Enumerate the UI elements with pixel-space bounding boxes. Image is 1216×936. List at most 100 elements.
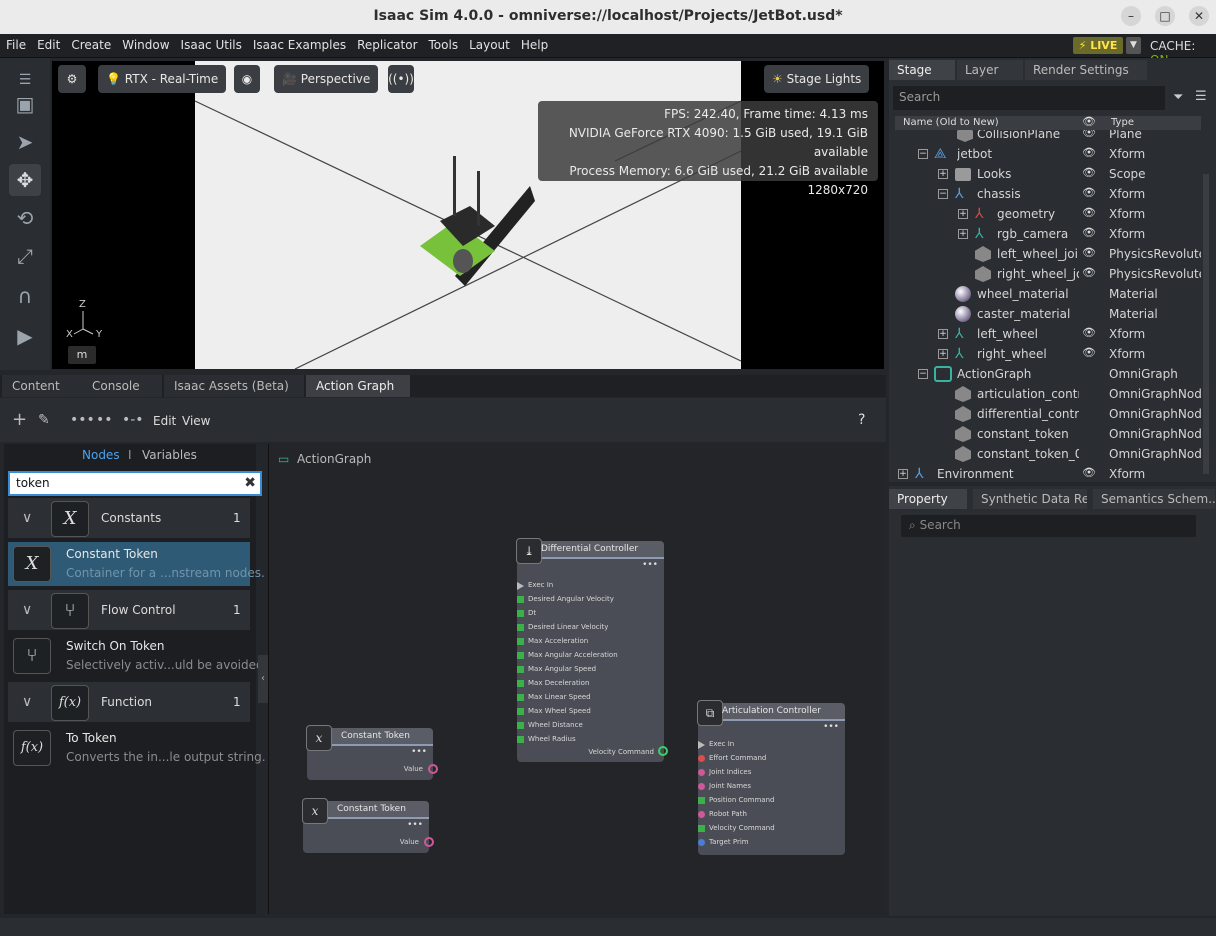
node-search-input[interactable]: token ✖ bbox=[8, 471, 262, 496]
visibility-eye-icon[interactable]: 👁 bbox=[1082, 346, 1096, 359]
port-input[interactable]: Desired Linear Velocity bbox=[517, 623, 608, 631]
node-menu-icon[interactable]: ••• bbox=[823, 722, 839, 732]
tab-variables[interactable]: Variables bbox=[142, 448, 197, 462]
node-menu-icon[interactable]: ••• bbox=[407, 820, 423, 830]
menu-file[interactable]: File bbox=[0, 34, 31, 52]
menu-replicator[interactable]: Replicator bbox=[351, 34, 422, 52]
port-input[interactable]: Max Wheel Speed bbox=[517, 707, 591, 715]
edit-menu[interactable]: Edit bbox=[153, 414, 176, 428]
property-search-input[interactable]: ⌕ Search bbox=[901, 515, 1196, 537]
expand-icon[interactable]: + bbox=[938, 349, 948, 359]
port-input[interactable]: Max Acceleration bbox=[517, 637, 588, 645]
tree-row[interactable]: + ⅄ right_wheel 👁 Xform bbox=[889, 344, 1209, 364]
expand-icon[interactable]: + bbox=[938, 169, 948, 179]
menu-edit[interactable]: Edit bbox=[31, 34, 65, 52]
chevron-down-icon[interactable]: ∨ bbox=[22, 602, 32, 618]
category-constants[interactable]: ∨ X Constants 1 bbox=[8, 498, 250, 538]
options-menu-icon[interactable]: ☰ bbox=[1195, 89, 1207, 104]
tab-render-settings[interactable]: Render Settings bbox=[1025, 60, 1147, 80]
viewport[interactable]: ⚙ 💡 RTX - Real-Time ◉ 🎥 Perspective ((•)… bbox=[52, 61, 884, 369]
col-name[interactable]: Name (Old to New) bbox=[903, 117, 999, 128]
visibility-eye-icon[interactable]: 👁 bbox=[1082, 246, 1096, 259]
visibility-eye-icon[interactable]: ◉ bbox=[234, 65, 260, 93]
port-exec-in[interactable]: Exec In bbox=[698, 740, 734, 749]
menu-create[interactable]: Create bbox=[65, 34, 116, 52]
node-constant-token[interactable]: x Constant Token ••• Value bbox=[302, 798, 434, 853]
tab-semantics-schema[interactable]: Semantics Schem... bbox=[1093, 489, 1215, 509]
tab-content[interactable]: Content bbox=[2, 375, 82, 397]
port-input[interactable]: Wheel Radius bbox=[517, 735, 576, 743]
filter-icon[interactable]: ⏷ bbox=[1173, 90, 1183, 105]
menu-isaac-examples[interactable]: Isaac Examples bbox=[247, 34, 351, 52]
visibility-eye-icon[interactable]: 👁 bbox=[1082, 166, 1096, 179]
dashed-dots-icon[interactable]: •-• bbox=[122, 412, 144, 428]
expand-icon[interactable]: + bbox=[958, 209, 968, 219]
port-input[interactable]: Wheel Distance bbox=[517, 721, 583, 729]
expand-icon[interactable]: + bbox=[958, 229, 968, 239]
output-port-icon[interactable] bbox=[428, 764, 438, 774]
node-constant-token[interactable]: x Constant Token ••• Value bbox=[306, 725, 438, 780]
viewport-settings-icon[interactable]: ⚙ bbox=[58, 65, 86, 93]
visibility-eye-icon[interactable]: 👁 bbox=[1082, 266, 1096, 279]
menu-help[interactable]: Help bbox=[515, 34, 553, 52]
port-input[interactable]: Target Prim bbox=[698, 838, 749, 846]
port-input[interactable]: Velocity Command bbox=[698, 824, 775, 832]
collapse-panel-handle[interactable]: ‹ bbox=[258, 655, 268, 703]
tree-row[interactable]: − ActionGraph OmniGraph bbox=[889, 364, 1209, 384]
port-input[interactable]: Joint Indices bbox=[698, 768, 751, 776]
col-visibility-eye-icon[interactable]: 👁 bbox=[1082, 115, 1096, 128]
node-menu-icon[interactable]: ••• bbox=[642, 560, 658, 570]
move-tool-icon[interactable]: ✥ bbox=[9, 164, 41, 196]
tree-row[interactable]: + ⅄ rgb_camera 👁 Xform bbox=[889, 224, 1209, 244]
render-mode-button[interactable]: 💡 RTX - Real-Time bbox=[98, 65, 227, 93]
stage-lights-button[interactable]: ☀ Stage Lights bbox=[764, 65, 870, 93]
play-icon[interactable]: ▶ bbox=[9, 320, 41, 352]
scale-tool-icon[interactable]: ⤢ bbox=[9, 240, 41, 272]
expand-icon[interactable]: + bbox=[898, 469, 908, 479]
tab-synthetic-data[interactable]: Synthetic Data Re... bbox=[973, 489, 1087, 509]
port-input[interactable]: Dt bbox=[517, 609, 536, 617]
clear-search-icon[interactable]: ✖ bbox=[244, 475, 256, 491]
category-function[interactable]: ∨ f(x) Function 1 bbox=[8, 682, 250, 722]
port-input[interactable]: Max Angular Acceleration bbox=[517, 651, 618, 659]
stage-scrollbar[interactable] bbox=[1203, 174, 1209, 474]
tree-row[interactable]: − ⅄ chassis 👁 Xform bbox=[889, 184, 1209, 204]
tab-action-graph[interactable]: Action Graph bbox=[306, 375, 410, 397]
collapse-icon[interactable]: − bbox=[918, 149, 928, 159]
tree-row[interactable]: wheel_material Material bbox=[889, 284, 1209, 304]
visibility-eye-icon[interactable]: 👁 bbox=[1082, 130, 1096, 139]
collapse-icon[interactable]: − bbox=[938, 189, 948, 199]
edit-pencil-icon[interactable]: ✎ bbox=[38, 412, 50, 428]
link-dots-icon[interactable]: •• bbox=[96, 412, 113, 428]
expand-icon[interactable]: + bbox=[938, 329, 948, 339]
tree-row[interactable]: − ⟁ jetbot 👁 Xform bbox=[889, 144, 1209, 164]
port-input[interactable]: Desired Angular Velocity bbox=[517, 595, 614, 603]
chevron-down-icon[interactable]: ∨ bbox=[22, 510, 32, 526]
tree-row[interactable]: right_wheel_joint 👁 PhysicsRevoluteJoint bbox=[889, 264, 1209, 284]
menu-isaac-utils[interactable]: Isaac Utils bbox=[175, 34, 247, 52]
tree-row[interactable]: caster_material Material bbox=[889, 304, 1209, 324]
tree-row[interactable]: differential_controller OmniGraphNode bbox=[889, 404, 1209, 424]
minimize-button[interactable]: – bbox=[1121, 6, 1141, 26]
visibility-eye-icon[interactable]: 👁 bbox=[1082, 146, 1096, 159]
visibility-eye-icon[interactable]: 👁 bbox=[1082, 466, 1096, 479]
view-menu[interactable]: View bbox=[182, 414, 210, 428]
tree-row[interactable]: + ⅄ geometry 👁 Xform bbox=[889, 204, 1209, 224]
menu-window[interactable]: Window bbox=[116, 34, 174, 52]
units-button[interactable]: m bbox=[68, 346, 96, 364]
audio-wave-icon[interactable]: ((•)) bbox=[388, 65, 414, 93]
port-input[interactable]: Robot Path bbox=[698, 810, 747, 818]
visibility-eye-icon[interactable]: 👁 bbox=[1082, 226, 1096, 239]
col-type[interactable]: Type bbox=[1111, 117, 1134, 128]
live-dropdown-icon[interactable]: ▼ bbox=[1126, 37, 1141, 54]
node-menu-icon[interactable]: ••• bbox=[411, 747, 427, 757]
help-icon[interactable]: ? bbox=[858, 412, 865, 428]
camera-button[interactable]: 🎥 Perspective bbox=[274, 65, 379, 93]
create-cube-icon[interactable]: ▣ bbox=[9, 88, 41, 120]
category-flow-control[interactable]: ∨ ⑂ Flow Control 1 bbox=[8, 590, 250, 630]
port-value-out[interactable]: Value bbox=[400, 838, 419, 846]
node-differential-controller[interactable]: ⤓ Differential Controller ••• Exec In De… bbox=[516, 538, 668, 762]
snap-magnet-icon[interactable]: ∩ bbox=[9, 280, 41, 312]
layout-dots-icon[interactable]: ••• bbox=[70, 412, 95, 428]
output-port-icon[interactable] bbox=[658, 746, 668, 756]
